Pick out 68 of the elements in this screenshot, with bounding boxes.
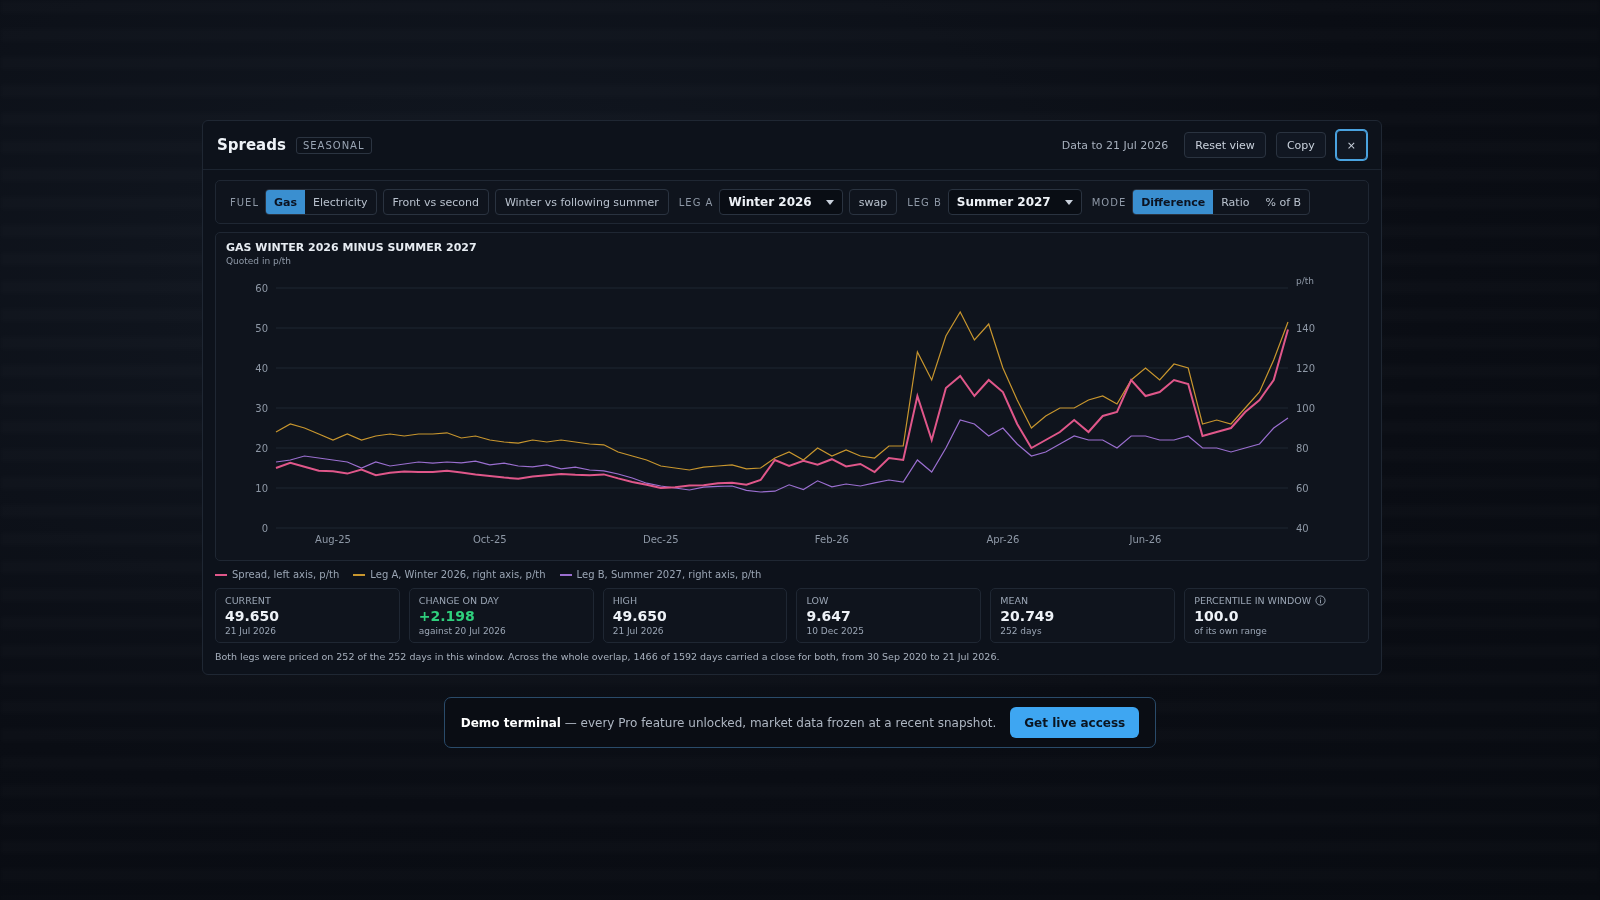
stat-value: 9.647 <box>806 608 852 624</box>
stat-note: against 20 Jul 2026 <box>418 626 507 636</box>
stat-note: 10 Dec 2025 <box>806 626 865 636</box>
segment-option[interactable]: % of B <box>1257 190 1310 214</box>
control-label: MODE <box>1091 196 1127 208</box>
get-live-access-button[interactable]: Get live access <box>1010 707 1140 738</box>
header-button[interactable]: Copy <box>1275 132 1326 158</box>
stat-value: 20.749 <box>1000 608 1056 624</box>
seasonal-badge: SEASONAL <box>295 136 372 154</box>
segment-option[interactable]: Difference <box>1133 190 1214 214</box>
axis-tick-label: 40 <box>255 362 268 374</box>
axis-tick-label: 0 <box>261 522 268 534</box>
segment-option[interactable]: Gas <box>265 190 305 214</box>
leg-select[interactable]: Winter 2026 <box>719 189 843 215</box>
axis-tick-label: Oct-25 <box>473 534 507 545</box>
segment-option[interactable]: Electricity <box>304 190 376 214</box>
stat-label: PERCENTILE IN WINDOW <box>1194 595 1312 606</box>
stat-label: MEAN <box>1000 595 1029 606</box>
axis-tick-label: Apr-26 <box>986 534 1020 545</box>
axis-tick-label: 80 <box>1296 442 1309 454</box>
banner-text: Demo terminal — every Pro feature unlocked, market data frozen at a recent snapshot. <box>460 715 997 730</box>
legend-label: Leg B, Summer 2027, right axis, p/th <box>576 569 762 580</box>
stat-note: of its own range <box>1194 626 1268 636</box>
axis-tick-label: Aug-25 <box>315 534 351 545</box>
axis-tick-label: Jun-26 <box>1129 534 1162 545</box>
control-label: LEG A <box>678 196 714 208</box>
axis-tick-label: Feb-26 <box>814 534 849 545</box>
axis-tick-label: 140 <box>1296 322 1316 334</box>
axis-tick-label: 120 <box>1296 362 1316 374</box>
stat-note: 252 days <box>1000 626 1043 636</box>
axis-tick-label: 60 <box>1296 482 1309 494</box>
axis-tick-label: Dec-25 <box>643 534 679 545</box>
chart-title: GAS WINTER 2026 MINUS SUMMER 2027 <box>226 241 478 254</box>
axis-tick-label: 60 <box>255 282 268 294</box>
stat-note: 21 Jul 2026 <box>225 626 277 636</box>
stat-value: 49.650 <box>225 608 281 624</box>
axis-unit-label: p/th <box>1296 276 1314 286</box>
header-button[interactable]: Reset view <box>1184 132 1266 158</box>
caret-icon <box>1064 199 1073 205</box>
axis-tick-label: 100 <box>1296 402 1316 414</box>
stat-label: CURRENT <box>225 595 271 606</box>
stat-label: HIGH <box>612 595 638 606</box>
axis-tick-label: 40 <box>1296 522 1309 534</box>
dialog-title: Spreads <box>217 136 286 154</box>
stat-label: CHANGE ON DAY <box>418 595 499 606</box>
close-button[interactable]: × <box>1335 130 1367 160</box>
caret-icon <box>825 199 834 205</box>
stat-value: 49.650 <box>612 608 668 624</box>
segment-option[interactable]: Ratio <box>1213 190 1258 214</box>
legend-label: Spread, left axis, p/th <box>232 569 340 580</box>
preset-button[interactable]: Front vs second <box>382 189 489 215</box>
footnote: Both legs were priced on 252 of the 252 days in this window. Across the whole overlap, 1466 of 1592 days carried a close for both, from 30 Sep 2020 to 21 Jul 2026. <box>215 651 1001 662</box>
axis-tick-label: 50 <box>255 322 268 334</box>
control-label: FUEL <box>230 196 259 208</box>
stat-value: +2.198 <box>418 608 476 624</box>
axis-tick-label: 10 <box>255 482 268 494</box>
stat-label: LOW <box>806 595 829 606</box>
stat-value: 100.0 <box>1194 608 1240 624</box>
leg-select[interactable]: Summer 2027 <box>947 189 1082 215</box>
axis-tick-label: 20 <box>255 442 268 454</box>
data-date-note: Data to 21 Jul 2026 <box>1061 138 1169 152</box>
stat-note: 21 Jul 2026 <box>612 626 665 636</box>
legend-label: Leg A, Winter 2026, right axis, p/th <box>370 569 546 580</box>
preset-button[interactable]: Winter vs following summer <box>494 189 669 215</box>
control-label: LEG B <box>907 196 942 208</box>
chart-subtitle: Quoted in p/th <box>226 256 292 266</box>
axis-tick-label: 30 <box>255 402 268 414</box>
preset-button[interactable]: swap <box>848 189 898 215</box>
